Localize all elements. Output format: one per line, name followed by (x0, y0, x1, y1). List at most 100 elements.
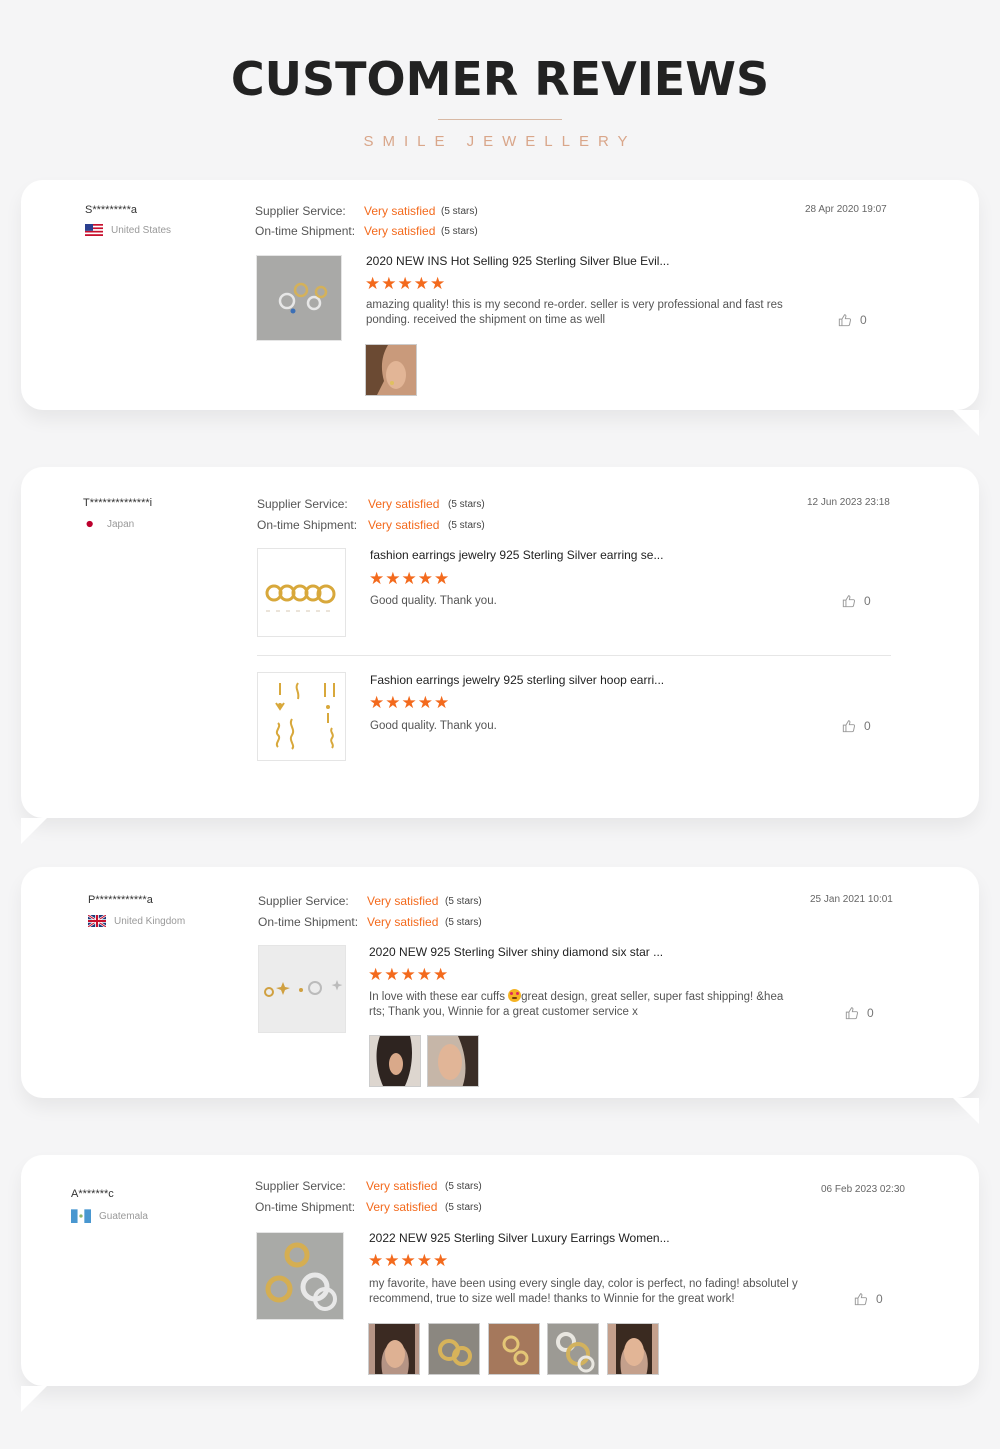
card-tail (21, 1386, 47, 1412)
shipment-label: On-time Shipment: (255, 224, 356, 238)
product-image[interactable] (257, 548, 346, 637)
supplier-service-stars: (5 stars) (445, 896, 482, 907)
like-count: 0 (864, 594, 871, 608)
shipment-rating: Very satisfied (366, 1200, 438, 1214)
rating-stars: ★★★★★ (365, 274, 447, 293)
shipment-stars: (5 stars) (445, 1202, 482, 1213)
product-title[interactable]: 2020 NEW 925 Sterling Silver shiny diamo… (369, 945, 663, 959)
shipment-rating: Very satisfied (364, 224, 436, 238)
shipment-rating: Very satisfied (368, 518, 440, 532)
like-button[interactable]: 0 (854, 1292, 883, 1306)
review-photo[interactable] (427, 1035, 479, 1087)
product-image[interactable] (258, 945, 346, 1033)
shipment-stars: (5 stars) (441, 226, 478, 237)
review-photo[interactable] (547, 1323, 599, 1375)
reviewer-country: United States (85, 224, 171, 236)
review-photo[interactable] (368, 1323, 420, 1375)
uk-flag-icon (88, 915, 106, 927)
rating-stars: ★★★★★ (369, 569, 451, 588)
review-text: In love with these ear cuffs great desig… (369, 989, 799, 1020)
review-date: 28 Apr 2020 19:07 (805, 204, 887, 215)
review-photo[interactable] (488, 1323, 540, 1375)
review-card: A*******c Guatemala Supplier Service: Ve… (21, 1155, 979, 1412)
reviewer-name: A*******c (71, 1188, 114, 1200)
product-image[interactable] (257, 672, 346, 761)
reviewer-name: S*********a (85, 204, 137, 216)
review-card: T**************i Japan Supplier Service:… (21, 467, 979, 844)
like-button[interactable]: 0 (842, 719, 871, 733)
review-text: Good quality. Thank you. (370, 595, 497, 607)
country-label: United States (111, 224, 172, 236)
like-count: 0 (867, 1006, 874, 1020)
supplier-service-stars: (5 stars) (448, 499, 485, 510)
reviewer-country: Guatemala (71, 1209, 148, 1223)
thumbs-up-icon (854, 1293, 868, 1306)
review-date: 12 Jun 2023 23:18 (807, 497, 890, 508)
like-button[interactable]: 0 (842, 594, 871, 608)
review-date: 25 Jan 2021 10:01 (810, 894, 893, 905)
rating-stars: ★★★★★ (368, 1251, 450, 1270)
reviewer-country: United Kingdom (88, 915, 185, 927)
supplier-service-stars: (5 stars) (445, 1181, 482, 1192)
supplier-service-label: Supplier Service: (257, 497, 348, 511)
item-divider (257, 655, 891, 656)
shipment-stars: (5 stars) (445, 917, 482, 928)
country-label: Guatemala (99, 1210, 148, 1222)
like-button[interactable]: 0 (838, 313, 867, 327)
product-title[interactable]: 2022 NEW 925 Sterling Silver Luxury Earr… (369, 1231, 670, 1245)
supplier-service-stars: (5 stars) (441, 206, 478, 217)
rating-stars: ★★★★★ (369, 693, 451, 712)
shipment-label: On-time Shipment: (257, 518, 358, 532)
product-image[interactable] (256, 255, 342, 341)
country-label: United Kingdom (114, 915, 186, 927)
card-tail (953, 410, 979, 436)
title-divider (438, 119, 562, 120)
product-image[interactable] (256, 1232, 344, 1320)
page-title: CUSTOMER REVIEWS (230, 52, 770, 106)
thumbs-up-icon (842, 720, 856, 733)
review-text: my favorite, have been using every singl… (369, 1278, 798, 1305)
thumbs-up-icon (842, 595, 856, 608)
supplier-service-rating: Very satisfied (368, 497, 440, 511)
supplier-service-rating: Very satisfied (367, 894, 439, 908)
us-flag-icon (85, 224, 103, 236)
country-label: Japan (107, 518, 135, 530)
supplier-service-label: Supplier Service: (255, 204, 346, 218)
review-photo[interactable] (607, 1323, 659, 1375)
supplier-service-label: Supplier Service: (258, 894, 349, 908)
product-title[interactable]: Fashion earrings jewelry 925 sterling si… (370, 673, 664, 687)
japan-flag-icon (86, 520, 93, 528)
like-count: 0 (876, 1292, 883, 1306)
supplier-service-rating: Very satisfied (366, 1179, 438, 1193)
review-photo[interactable] (369, 1035, 421, 1087)
supplier-service-label: Supplier Service: (255, 1179, 346, 1193)
shipment-label: On-time Shipment: (255, 1200, 356, 1214)
guatemala-flag-icon (71, 1209, 91, 1223)
reviewer-name: P************a (88, 894, 153, 906)
shipment-stars: (5 stars) (448, 520, 485, 531)
brand-subtitle: SMILE JEWELLERY (363, 133, 637, 150)
like-count: 0 (864, 719, 871, 733)
rating-stars: ★★★★★ (368, 965, 450, 984)
review-text-part: In love with these ear cuffs (369, 991, 509, 1003)
like-count: 0 (860, 313, 867, 327)
review-photo[interactable] (428, 1323, 480, 1375)
review-card: S*********a United States Supplier Servi… (21, 180, 979, 436)
supplier-service-rating: Very satisfied (364, 204, 436, 218)
review-text: Good quality. Thank you. (370, 720, 497, 732)
product-title[interactable]: fashion earrings jewelry 925 Sterling Si… (370, 548, 663, 562)
review-photo[interactable] (365, 344, 417, 396)
thumbs-up-icon (838, 314, 852, 327)
card-tail (21, 818, 47, 844)
shipment-label: On-time Shipment: (258, 915, 359, 929)
review-text: amazing quality! this is my second re-or… (366, 299, 783, 326)
heart-eyes-emoji-icon (508, 989, 522, 1002)
review-date: 06 Feb 2023 02:30 (821, 1184, 905, 1195)
card-tail (953, 1098, 979, 1124)
shipment-rating: Very satisfied (367, 915, 439, 929)
review-card: P************a United Kingdom Supplier S… (21, 867, 979, 1124)
thumbs-up-icon (845, 1007, 859, 1020)
reviewer-country: Japan (85, 518, 134, 530)
product-title[interactable]: 2020 NEW INS Hot Selling 925 Sterling Si… (366, 254, 669, 268)
like-button[interactable]: 0 (845, 1006, 874, 1020)
